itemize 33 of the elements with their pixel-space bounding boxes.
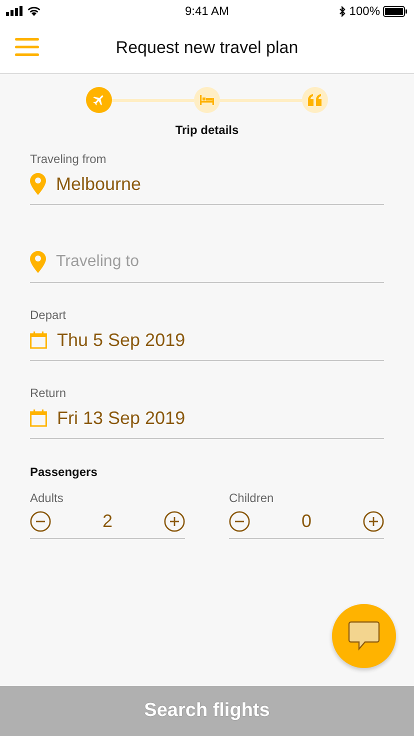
location-pin-icon <box>30 173 46 195</box>
minus-icon[interactable] <box>30 511 51 532</box>
step-label: Trip details <box>174 123 240 137</box>
field-placeholder: Traveling to <box>56 253 139 271</box>
plus-icon[interactable] <box>362 511 384 532</box>
location-pin-icon <box>30 251 46 273</box>
field-label: Depart <box>30 308 68 324</box>
speech-bubble-icon <box>348 621 380 651</box>
field-value: Melbourne <box>56 174 142 194</box>
field-label: Traveling from <box>30 152 108 168</box>
counter-value: 0 <box>301 511 312 532</box>
field-value: Fri 13 Sep 2019 <box>57 408 186 428</box>
counter-value: 2 <box>102 511 112 532</box>
form-field[interactable]: Return Fri 13 Sep 2019 <box>30 386 384 439</box>
battery-icon <box>383 6 408 16</box>
counter-label: Adults <box>30 491 64 505</box>
page-title: Request new travel plan <box>116 38 298 58</box>
minus-icon[interactable] <box>229 511 250 532</box>
plus-icon[interactable] <box>164 511 185 532</box>
bluetooth-icon <box>339 6 346 16</box>
calendar-icon <box>30 331 47 349</box>
section-heading: Passengers <box>30 465 98 479</box>
field-label: Return <box>30 386 68 402</box>
battery-percent: 100% <box>349 4 380 18</box>
wifi-icon <box>27 6 41 16</box>
chat-button[interactable] <box>332 604 396 668</box>
field-value: Thu 5 Sep 2019 <box>57 330 186 350</box>
signal-icon <box>6 6 24 16</box>
counter-label: Children <box>229 491 275 505</box>
calendar-icon <box>30 409 47 427</box>
status-time: 9:41 AM <box>184 4 230 18</box>
form-field[interactable]: Depart Thu 5 Sep 2019 <box>30 308 384 361</box>
form-field[interactable]: Traveling from Melbourne <box>30 152 384 205</box>
